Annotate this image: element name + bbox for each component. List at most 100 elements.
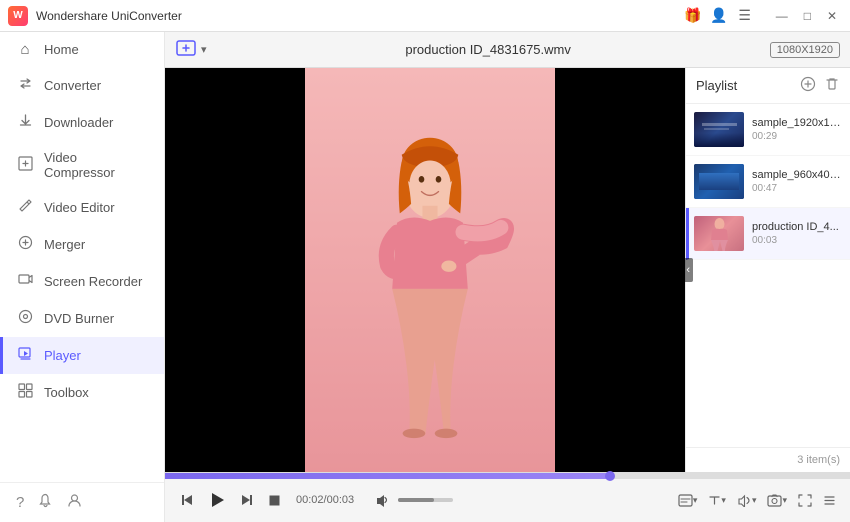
playlist-info-2: sample_960x400... 00:47 — [752, 169, 842, 194]
subtitle-button[interactable]: ▾ — [674, 491, 702, 510]
converter-icon — [16, 76, 34, 95]
list-item[interactable]: sample_1920x10... 00:29 — [686, 104, 850, 156]
minimize-button[interactable]: — — [771, 7, 793, 25]
video-center — [305, 68, 555, 472]
thumb-pink — [694, 216, 744, 251]
content-area: ▾ production ID_4831675.wmv 1080X1920 — [165, 32, 850, 522]
account-icon[interactable] — [67, 493, 82, 512]
sidebar-label-player: Player — [44, 348, 81, 363]
close-button[interactable]: ✕ — [822, 7, 842, 25]
app-logo: W — [8, 6, 28, 26]
controls-row: 00:02/00:03 — [165, 479, 850, 522]
sidebar-item-downloader[interactable]: Downloader — [0, 104, 164, 141]
sidebar-label-toolbox: Toolbox — [44, 385, 89, 400]
snapshot-button[interactable]: ▾ — [763, 491, 791, 510]
sidebar-label-editor: Video Editor — [44, 200, 115, 215]
sidebar-item-dvd-burner[interactable]: DVD Burner — [0, 300, 164, 337]
text-dropdown-arrow: ▾ — [721, 495, 726, 506]
fullscreen-button[interactable] — [794, 491, 816, 510]
sidebar-item-converter[interactable]: Converter — [0, 67, 164, 104]
title-bar-controls: 🎁 👤 ☰ — □ ✕ — [683, 6, 842, 26]
playlist-title: Playlist — [696, 78, 737, 93]
merger-icon — [16, 235, 34, 254]
sidebar-footer: ? — [0, 482, 164, 522]
playlist-info-1: sample_1920x10... 00:29 — [752, 117, 842, 142]
playlist-name-3: production ID_4... — [752, 221, 842, 233]
progress-bar[interactable] — [165, 473, 850, 479]
player-controls: 00:02/00:03 — [165, 472, 850, 522]
playlist-header: Playlist — [686, 68, 850, 104]
playlist-info-3: production ID_4... 00:03 — [752, 221, 842, 246]
sidebar-label-compressor: Video Compressor — [44, 150, 148, 180]
playlist-delete-icon[interactable] — [824, 76, 840, 95]
title-bar-left: W Wondershare UniConverter — [8, 6, 182, 26]
video-area[interactable]: ‹ — [165, 68, 685, 472]
audio-dropdown-arrow: ▾ — [752, 495, 757, 506]
playlist-name-2: sample_960x400... — [752, 169, 842, 181]
sidebar-label-merger: Merger — [44, 237, 85, 252]
bell-icon[interactable] — [38, 493, 53, 512]
right-controls: ▾ ▾ ▾ — [674, 491, 840, 510]
title-bar: W Wondershare UniConverter 🎁 👤 ☰ — □ ✕ — [0, 0, 850, 32]
audio-button[interactable]: ▾ — [733, 491, 761, 510]
toolbox-icon — [16, 383, 34, 402]
add-media-button[interactable]: ▾ — [175, 39, 207, 61]
playlist-thumb-3 — [694, 216, 744, 251]
dvd-icon — [16, 309, 34, 328]
progress-fill — [165, 473, 610, 479]
sidebar-item-video-editor[interactable]: Video Editor — [0, 189, 164, 226]
sidebar-label-converter: Converter — [44, 78, 101, 93]
video-frame — [305, 68, 555, 472]
gift-icon[interactable]: 🎁 — [683, 6, 703, 26]
snapshot-dropdown-arrow: ▾ — [782, 495, 787, 506]
add-btn-arrow: ▾ — [201, 43, 207, 56]
resolution-badge: 1080X1920 — [770, 42, 840, 58]
help-icon[interactable]: ? — [16, 494, 24, 511]
volume-fill — [398, 498, 434, 502]
text-button[interactable]: ▾ — [704, 491, 730, 510]
list-item[interactable]: sample_960x400... 00:47 — [686, 156, 850, 208]
stop-button[interactable] — [263, 491, 286, 510]
volume-slider[interactable] — [398, 498, 453, 502]
maximize-button[interactable]: □ — [799, 7, 816, 25]
playlist-add-icon[interactable] — [800, 76, 816, 95]
volume-button[interactable] — [370, 490, 394, 510]
sidebar-item-video-compressor[interactable]: Video Compressor — [0, 141, 164, 189]
recorder-icon — [16, 272, 34, 291]
video-black-left — [165, 68, 305, 472]
sidebar-item-player[interactable]: Player — [0, 337, 164, 374]
collapse-playlist-button[interactable]: ‹ — [683, 258, 693, 282]
sidebar-item-merger[interactable]: Merger — [0, 226, 164, 263]
user-icon[interactable]: 👤 — [709, 6, 729, 26]
playlist-duration-2: 00:47 — [752, 183, 842, 194]
sidebar: ⌂ Home Converter Downloader — [0, 32, 165, 522]
skip-back-button[interactable] — [175, 490, 199, 510]
editor-icon — [16, 198, 34, 217]
play-button[interactable] — [203, 488, 231, 512]
playlist-duration-1: 00:29 — [752, 131, 842, 142]
playlist-controls — [800, 76, 840, 95]
thumb-blue — [694, 164, 744, 199]
list-item[interactable]: production ID_4... 00:03 — [686, 208, 850, 260]
playlist-duration-3: 00:03 — [752, 235, 842, 246]
sidebar-item-toolbox[interactable]: Toolbox — [0, 374, 164, 411]
menu-more-button[interactable] — [819, 491, 840, 510]
file-title: production ID_4831675.wmv — [217, 42, 760, 57]
thumb-ocean — [694, 112, 744, 147]
playlist-name-1: sample_1920x10... — [752, 117, 842, 129]
time-display: 00:02/00:03 — [296, 494, 354, 506]
playlist-footer: 3 item(s) — [686, 447, 850, 472]
player-header: ▾ production ID_4831675.wmv 1080X1920 — [165, 32, 850, 68]
sidebar-label-home: Home — [44, 42, 79, 57]
sidebar-label-downloader: Downloader — [44, 115, 113, 130]
menu-icon[interactable]: ☰ — [735, 6, 755, 26]
sidebar-item-screen-recorder[interactable]: Screen Recorder — [0, 263, 164, 300]
video-black-right — [555, 68, 685, 472]
playlist-panel: Playlist — [685, 68, 850, 472]
skip-forward-button[interactable] — [235, 490, 259, 510]
main-layout: ⌂ Home Converter Downloader — [0, 32, 850, 522]
playlist-count: 3 item(s) — [797, 454, 840, 466]
sidebar-label-recorder: Screen Recorder — [44, 274, 142, 289]
sidebar-item-home[interactable]: ⌂ Home — [0, 32, 164, 67]
playlist-thumb-1 — [694, 112, 744, 147]
